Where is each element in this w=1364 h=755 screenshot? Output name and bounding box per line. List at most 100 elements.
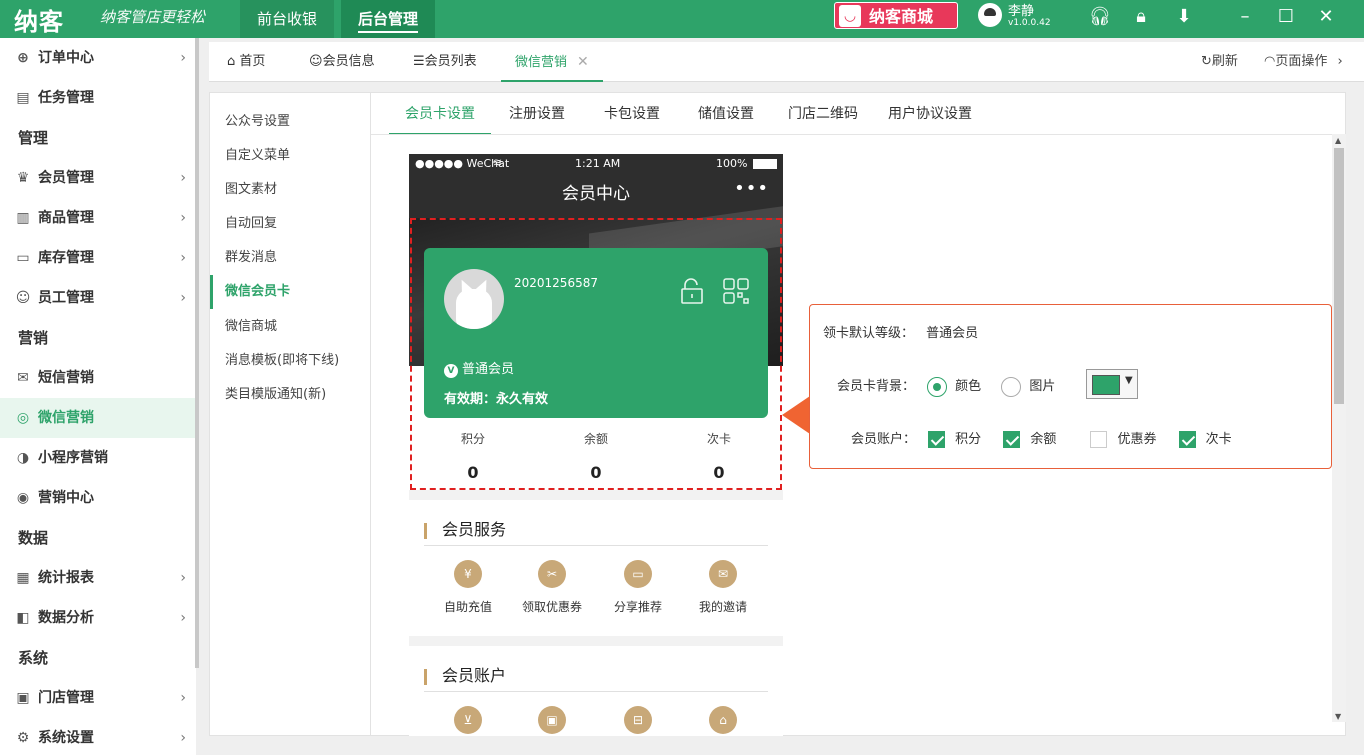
bg-image-radio[interactable] (1001, 376, 1022, 397)
more-icon[interactable]: ••• (734, 178, 769, 199)
page-tab-bar: ⌂ 首页 ☺会员信息 ☰会员列表 微信营销 ✕ ↻刷新 ◠页面操作 › (209, 42, 1364, 82)
close-icon[interactable]: ✕ (1313, 4, 1339, 30)
sidebar-item[interactable]: ♛ 会员管理 › (0, 158, 196, 198)
sidebar-item[interactable]: ▣ 门店管理 › (0, 678, 196, 718)
default-level-label: 领卡默认等级： (823, 326, 915, 341)
wallet-icon: ▣ (538, 706, 566, 734)
home-icon: ⌂ (227, 54, 236, 69)
mall-button[interactable]: ◡ 纳客商城 (834, 2, 958, 29)
scroll-thumb[interactable] (1334, 148, 1344, 404)
tab-wechat-marketing[interactable]: 微信营销 ✕ (501, 42, 603, 82)
submenu-item[interactable]: 自定义菜单 (210, 139, 370, 173)
battery-icon (753, 159, 777, 169)
account-item-wallet[interactable]: ▣ (512, 706, 592, 736)
bg-color-radio[interactable] (927, 376, 948, 397)
tab-member-list[interactable]: ☰会员列表 (413, 42, 477, 82)
sidebar-item[interactable]: ◑ 小程序营销 (0, 438, 196, 478)
maximize-icon[interactable]: ☐ (1273, 4, 1299, 30)
account-points-option[interactable]: 积分 (928, 431, 981, 448)
account-coupon-option[interactable]: 优惠券 (1090, 431, 1156, 448)
scroll-up-icon[interactable]: ▲ (1335, 136, 1341, 145)
person-icon: ☺ (15, 290, 31, 306)
submenu-item[interactable]: 消息模板(即将下线) (210, 344, 370, 378)
chevron-right-icon: › (180, 730, 186, 746)
submenu-item[interactable]: 图文素材 (210, 173, 370, 207)
sidebar-item[interactable]: ▭ 库存管理 › (0, 238, 196, 278)
bag-icon: ◡ (839, 5, 861, 27)
account-points-checkbox[interactable] (928, 431, 946, 448)
account-times-card-option[interactable]: 次卡 (1178, 431, 1232, 448)
tab-wechat-marketing-label: 微信营销 (515, 55, 568, 70)
account-item-gift[interactable]: ⌂ (683, 706, 763, 736)
phone-title: 会员中心 (409, 174, 783, 218)
submenu-item[interactable]: 公众号设置 (210, 105, 370, 139)
sidebar-item[interactable]: ◎ 微信营销 (0, 398, 196, 438)
submenu-item[interactable]: 微信会员卡 (210, 275, 370, 309)
sidebar-item[interactable]: ◧ 数据分析 › (0, 598, 196, 638)
refresh-button[interactable]: ↻刷新 (1201, 42, 1238, 82)
sidebar-item[interactable]: ☺ 员工管理 › (0, 278, 196, 318)
content-tab-register[interactable]: 注册设置 (509, 93, 565, 135)
user-avatar[interactable] (978, 3, 1002, 27)
submenu-item[interactable]: 微信商城 (210, 310, 370, 344)
tab-front-cashier[interactable]: 前台收银 (240, 0, 335, 38)
content-tab-stored-value[interactable]: 储值设置 (698, 93, 754, 135)
list-icon: ☰ (413, 54, 425, 69)
account-times-card-checkbox[interactable] (1178, 431, 1196, 448)
bg-image-option[interactable]: 图片 (1001, 376, 1055, 397)
account-balance-checkbox[interactable] (1003, 431, 1021, 448)
sidebar-item[interactable]: ▥ 商品管理 › (0, 198, 196, 238)
sidebar-item-label: 商品管理 (38, 210, 94, 226)
get-coupon-button[interactable]: ✂ 领取优惠券 (512, 560, 592, 615)
account-item-cart[interactable]: ⊻ (428, 706, 508, 736)
sidebar-category: 管理 (18, 129, 49, 147)
tab-member-info[interactable]: ☺会员信息 (309, 42, 375, 82)
content-tab-member-card[interactable]: 会员卡设置 (389, 93, 491, 135)
tab-member-info-label: 会员信息 (322, 54, 375, 69)
sidebar-item[interactable]: ▦ 统计报表 › (0, 558, 196, 598)
default-level-row: 领卡默认等级： 普通会员 (823, 322, 978, 341)
sidebar-item[interactable]: ✉ 短信营销 (0, 358, 196, 398)
submenu-item[interactable]: 自动回复 (210, 207, 370, 241)
minimize-icon[interactable]: – (1232, 4, 1258, 30)
account-balance-option[interactable]: 余额 (1003, 431, 1056, 448)
content-scrollbar[interactable]: ▲ ▼ (1332, 134, 1346, 722)
scroll-down-icon[interactable]: ▼ (1335, 712, 1341, 721)
bg-color-picker[interactable]: ▼ (1086, 369, 1138, 399)
page-ops-button[interactable]: ◠页面操作 › (1264, 42, 1343, 82)
mall-label: 纳客商城 (869, 7, 934, 26)
tab-back-management[interactable]: 后台管理 (341, 0, 436, 38)
submenu-item[interactable]: 群发消息 (210, 241, 370, 275)
content-tab-divider (371, 134, 1346, 135)
mail-icon: ✉ (17, 370, 29, 386)
lock-icon[interactable]: 🔒︎ (1128, 4, 1154, 30)
sidebar-item[interactable]: ⊕ 订单中心 › (0, 38, 196, 78)
chevron-right-icon: › (180, 690, 186, 706)
tab-close-icon[interactable]: ✕ (577, 54, 589, 70)
tab-home[interactable]: ⌂ 首页 (227, 42, 265, 82)
self-recharge-button[interactable]: ¥ 自助充值 (428, 560, 508, 615)
cart-icon: ⊻ (454, 706, 482, 734)
sidebar: ⊕ 订单中心 › ▤ 任务管理 管理 ♛ 会员管理 › ▥ 商品管理 › ▭ 库存管理 › ☺ 员工管理 › 营销 ✉… (0, 38, 196, 755)
sidebar-scrollbar[interactable] (195, 38, 199, 668)
chevron-right-icon: › (180, 210, 186, 226)
app-logo: 纳客 (14, 7, 64, 36)
account-coupon-checkbox[interactable] (1090, 431, 1108, 448)
my-invite-button[interactable]: ✉ 我的邀请 (683, 560, 763, 615)
refresh-label: 刷新 (1211, 54, 1238, 69)
headset-icon[interactable]: 🎧︎ (1087, 4, 1113, 30)
account-item-ticket[interactable]: ⊟ (598, 706, 678, 736)
sidebar-item-label: 门店管理 (38, 690, 94, 706)
share-recommend-button[interactable]: ▭ 分享推荐 (598, 560, 678, 615)
sidebar-item[interactable]: ◉ 营销中心 (0, 478, 196, 518)
content-tab-store-qrcode[interactable]: 门店二维码 (788, 93, 858, 135)
bg-color-option[interactable]: 颜色 (927, 376, 981, 397)
download-icon[interactable]: ⬇ (1171, 4, 1197, 30)
content-tab-card-pack[interactable]: 卡包设置 (604, 93, 660, 135)
member-service-section: 会员服务 ¥ 自助充值 ✂ 领取优惠券 ▭ 分享推荐 ✉ 我的邀请 (409, 500, 783, 636)
sidebar-item[interactable]: ▤ 任务管理 (0, 78, 196, 118)
sidebar-item[interactable]: ⚙ 系统设置 › (0, 718, 196, 755)
submenu-item[interactable]: 类目模版通知(新) (210, 378, 370, 412)
content-tab-user-agreement[interactable]: 用户协议设置 (888, 93, 972, 135)
sidebar-item-label: 短信营销 (38, 370, 94, 386)
